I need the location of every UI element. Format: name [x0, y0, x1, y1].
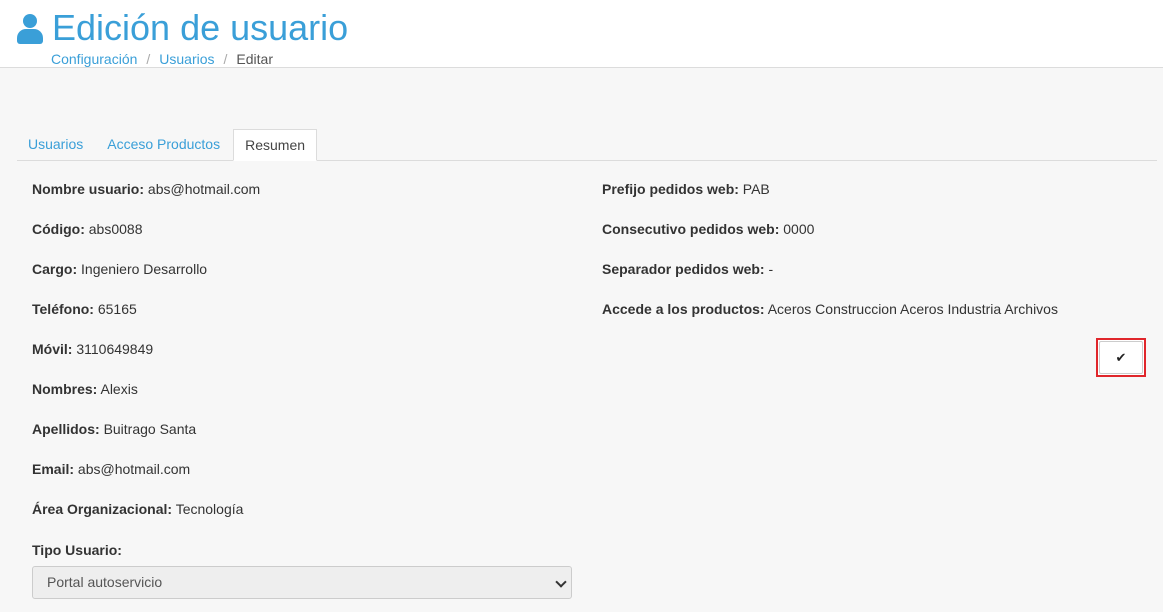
tipo-usuario-label: Tipo Usuario:: [32, 542, 122, 558]
field-value: 3110649849: [76, 341, 154, 357]
breadcrumb-usuarios[interactable]: Usuarios: [159, 51, 214, 67]
field-value: -: [768, 261, 774, 277]
field-label: Apellidos:: [32, 421, 100, 437]
field-label: Prefijo pedidos web:: [602, 181, 739, 197]
user-icon: [17, 14, 43, 44]
field-label: Separador pedidos web:: [602, 261, 765, 277]
tab-acceso-productos[interactable]: Acceso Productos: [96, 129, 231, 161]
field-value: 0000: [783, 221, 815, 237]
title-row: Edición de usuario: [17, 8, 348, 48]
field-cargo: Cargo: Ingeniero Desarrollo: [32, 261, 207, 277]
field-codigo: Código: abs0088: [32, 221, 142, 237]
tab-resumen[interactable]: Resumen: [233, 129, 318, 161]
field-label: Nombre usuario:: [32, 181, 145, 197]
field-label: Código:: [32, 221, 85, 237]
field-label: Teléfono:: [32, 301, 94, 317]
confirm-button[interactable]: ✔: [1096, 338, 1146, 377]
field-value: Ingeniero Desarrollo: [81, 261, 208, 277]
field-movil: Móvil: 3110649849: [32, 341, 153, 357]
breadcrumb-separator: /: [223, 51, 228, 67]
field-value: Tecnología: [175, 501, 244, 517]
field-value: Buitrago Santa: [103, 421, 197, 437]
breadcrumb: Configuración / Usuarios / Editar: [51, 51, 273, 67]
field-label: Cargo:: [32, 261, 78, 277]
field-telefono: Teléfono: 65165: [32, 301, 137, 317]
field-label: Área Organizacional:: [32, 501, 173, 517]
field-apellidos: Apellidos: Buitrago Santa: [32, 421, 196, 437]
breadcrumb-configuracion[interactable]: Configuración: [51, 51, 137, 67]
tipo-usuario-select[interactable]: Portal autoservicio: [32, 566, 572, 599]
field-email: Email: abs@hotmail.com: [32, 461, 190, 477]
breadcrumb-current: Editar: [236, 51, 273, 67]
field-separador-pedidos: Separador pedidos web: -: [602, 261, 773, 277]
field-value: abs@hotmail.com: [147, 181, 261, 197]
field-value: Aceros Construccion Aceros Industria Arc…: [767, 301, 1058, 317]
field-nombres: Nombres: Alexis: [32, 381, 138, 397]
field-value: abs0088: [88, 221, 143, 237]
tab-bar: Usuarios Acceso Productos Resumen: [17, 129, 1157, 161]
field-area-organizacional: Área Organizacional: Tecnología: [32, 501, 243, 517]
tab-usuarios[interactable]: Usuarios: [17, 129, 94, 161]
select-value: Portal autoservicio: [47, 574, 163, 590]
field-value: 65165: [97, 301, 137, 317]
field-value: Alexis: [100, 381, 138, 397]
field-label: Móvil:: [32, 341, 73, 357]
field-value: PAB: [742, 181, 770, 197]
field-nombre-usuario: Nombre usuario: abs@hotmail.com: [32, 181, 260, 197]
field-value: abs@hotmail.com: [77, 461, 191, 477]
field-label: Nombres:: [32, 381, 98, 397]
field-accede-productos: Accede a los productos: Aceros Construcc…: [602, 301, 1058, 317]
check-icon: ✔: [1099, 341, 1143, 374]
field-consecutivo-pedidos: Consecutivo pedidos web: 0000: [602, 221, 814, 237]
page-header: Edición de usuario Configuración / Usuar…: [0, 0, 1163, 68]
field-prefijo-pedidos: Prefijo pedidos web: PAB: [602, 181, 770, 197]
field-label: Accede a los productos:: [602, 301, 765, 317]
page-title: Edición de usuario: [52, 7, 349, 48]
field-label: Consecutivo pedidos web:: [602, 221, 780, 237]
field-label: Email:: [32, 461, 75, 477]
chevron-down-icon: [555, 576, 567, 588]
breadcrumb-separator: /: [146, 51, 151, 67]
